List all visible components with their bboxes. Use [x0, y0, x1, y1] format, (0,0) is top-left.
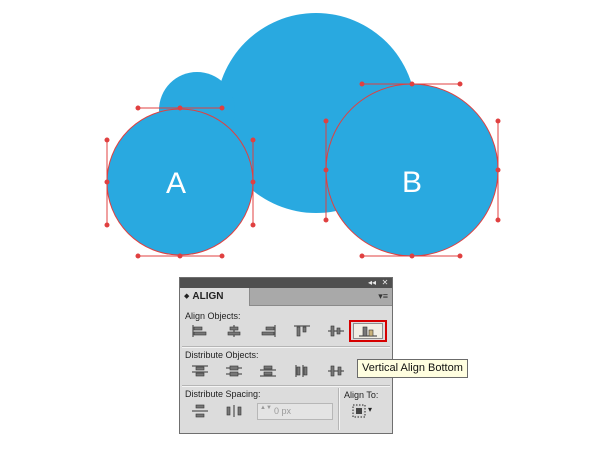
tooltip: Vertical Align Bottom	[357, 359, 468, 378]
spacing-stepper[interactable]: ▲▼	[260, 405, 272, 418]
panel-tab-row: ◆ ALIGN ▾≡	[180, 288, 392, 306]
vertical-distribute-bottom-button[interactable]	[259, 364, 277, 378]
horizontal-distribute-center-button[interactable]	[327, 364, 345, 378]
tab-align[interactable]: ◆ ALIGN	[180, 288, 250, 306]
collapse-panel-button[interactable]: ◂◂	[366, 278, 378, 288]
align-to-selector[interactable]: ▾	[351, 402, 375, 420]
align-objects-label: Align Objects:	[185, 311, 241, 321]
panel-title-bar[interactable]: ◂◂ ✕	[180, 278, 392, 288]
tab-resize-icon: ◆	[184, 293, 190, 300]
vertical-distribute-center-button[interactable]	[225, 364, 243, 378]
panel-divider	[182, 346, 390, 348]
horizontal-align-center-button[interactable]	[225, 324, 243, 338]
panel-vertical-divider	[338, 388, 340, 430]
tooltip-text: Vertical Align Bottom	[362, 362, 463, 374]
close-panel-button[interactable]: ✕	[379, 278, 391, 288]
distribute-objects-label: Distribute Objects:	[185, 350, 259, 360]
horizontal-distribute-left-button[interactable]	[293, 364, 311, 378]
vertical-align-center-button[interactable]	[327, 324, 345, 338]
vertical-align-top-button[interactable]	[293, 324, 311, 338]
align-to-dropdown-arrow[interactable]: ▾	[368, 405, 372, 414]
vertical-distribute-space-button[interactable]	[191, 404, 209, 418]
shape-b-label: B	[402, 166, 422, 199]
spacing-value: 0 px	[274, 406, 292, 416]
vertical-distribute-top-button[interactable]	[191, 364, 209, 378]
vertical-align-bottom-button[interactable]	[353, 323, 383, 339]
horizontal-align-right-button[interactable]	[259, 324, 277, 338]
tab-align-label: ALIGN	[192, 291, 224, 302]
spacing-input[interactable]: ▲▼ 0 px	[257, 403, 333, 420]
shape-a-label: A	[166, 167, 186, 200]
panel-divider	[182, 385, 390, 387]
align-to-label: Align To:	[344, 390, 379, 400]
vertical-align-bottom-icon	[359, 326, 377, 337]
horizontal-align-left-button[interactable]	[191, 324, 209, 338]
panel-menu-icon[interactable]: ▾≡	[378, 291, 388, 302]
distribute-spacing-label: Distribute Spacing:	[185, 389, 261, 399]
horizontal-distribute-space-button[interactable]	[225, 404, 243, 418]
